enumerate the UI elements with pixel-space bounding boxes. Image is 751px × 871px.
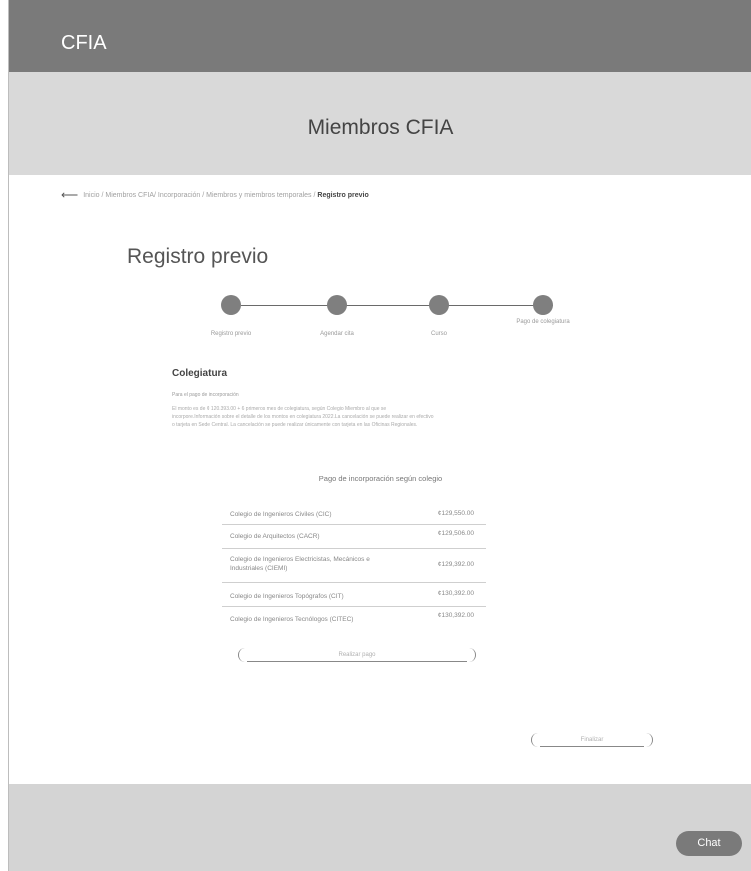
- step-2-dot: [327, 295, 347, 315]
- college-amount: ¢129,550.00: [437, 510, 474, 517]
- table-row: Colegio de Ingenieros Electricistas, Mec…: [222, 549, 486, 583]
- colegiatura-paragraph: El monto es de ¢ 120.393.00 + 6 primeros…: [172, 406, 434, 428]
- colegiatura-title: Colegiatura: [172, 368, 228, 379]
- breadcrumb: ⟵ Inicio / Miembros CFIA/ Incorporación /…: [61, 188, 369, 202]
- fees-table-title: Pago de incorporación según colegio: [318, 474, 443, 483]
- college-amount: ¢130,392.00: [437, 590, 474, 597]
- college-name: Colegio de Ingenieros Tecnólogos (CITEC): [230, 616, 354, 623]
- step-4-dot: [533, 295, 553, 315]
- step-4-label: Pago de colegiatura: [516, 319, 570, 325]
- colegiatura-subtitle: Para el pago de incorporación: [172, 392, 239, 398]
- college-amount: ¢129,392.00: [437, 561, 474, 568]
- stepper-line: [241, 305, 553, 306]
- step-3-dot: [429, 295, 449, 315]
- step-1-label: Registro previo: [210, 331, 252, 337]
- college-name: Colegio de Ingenieros Topógrafos (CIT): [230, 593, 344, 600]
- table-row: Colegio de Ingenieros Topógrafos (CIT) ¢…: [222, 583, 486, 607]
- hero-title: Miembros CFIA: [307, 116, 454, 139]
- college-amount: ¢129,506.00: [437, 530, 474, 537]
- college-name: Colegio de Ingenieros Electricistas, Mec…: [230, 556, 370, 572]
- college-amount: ¢130,392.00: [437, 612, 474, 619]
- finish-button[interactable]: Finalizar: [531, 733, 653, 747]
- back-arrow-icon[interactable]: ⟵: [61, 188, 78, 202]
- pay-button[interactable]: Realizar pago: [238, 648, 476, 662]
- table-row: Colegio de Arquitectos (CACR) ¢129,506.0…: [222, 525, 486, 549]
- breadcrumb-path[interactable]: Inicio / Miembros CFIA/ Incorporación / …: [83, 192, 317, 199]
- step-3-label: Curso: [430, 331, 447, 337]
- college-name: Colegio de Ingenieros Civiles (CIC): [230, 511, 332, 518]
- college-name: Colegio de Arquitectos (CACR): [230, 533, 320, 540]
- fees-table: Colegio de Ingenieros Civiles (CIC) ¢129…: [222, 505, 486, 627]
- step-2-label: Agendar cita: [320, 331, 354, 337]
- footer: [9, 784, 751, 871]
- top-navbar: CFIA: [9, 0, 751, 72]
- brand-logo[interactable]: CFIA: [61, 32, 107, 55]
- hero-banner: Miembros CFIA: [9, 72, 751, 175]
- table-row: Colegio de Ingenieros Tecnólogos (CITEC)…: [222, 607, 486, 627]
- breadcrumb-current: Registro previo: [317, 192, 369, 199]
- table-row: Colegio de Ingenieros Civiles (CIC) ¢129…: [222, 505, 486, 525]
- step-1-dot: [221, 295, 241, 315]
- page-title: Registro previo: [127, 245, 269, 268]
- chat-button[interactable]: Chat: [676, 831, 742, 856]
- page-frame: CFIA Miembros CFIA ⟵ Inicio / Miembros CF…: [8, 0, 751, 871]
